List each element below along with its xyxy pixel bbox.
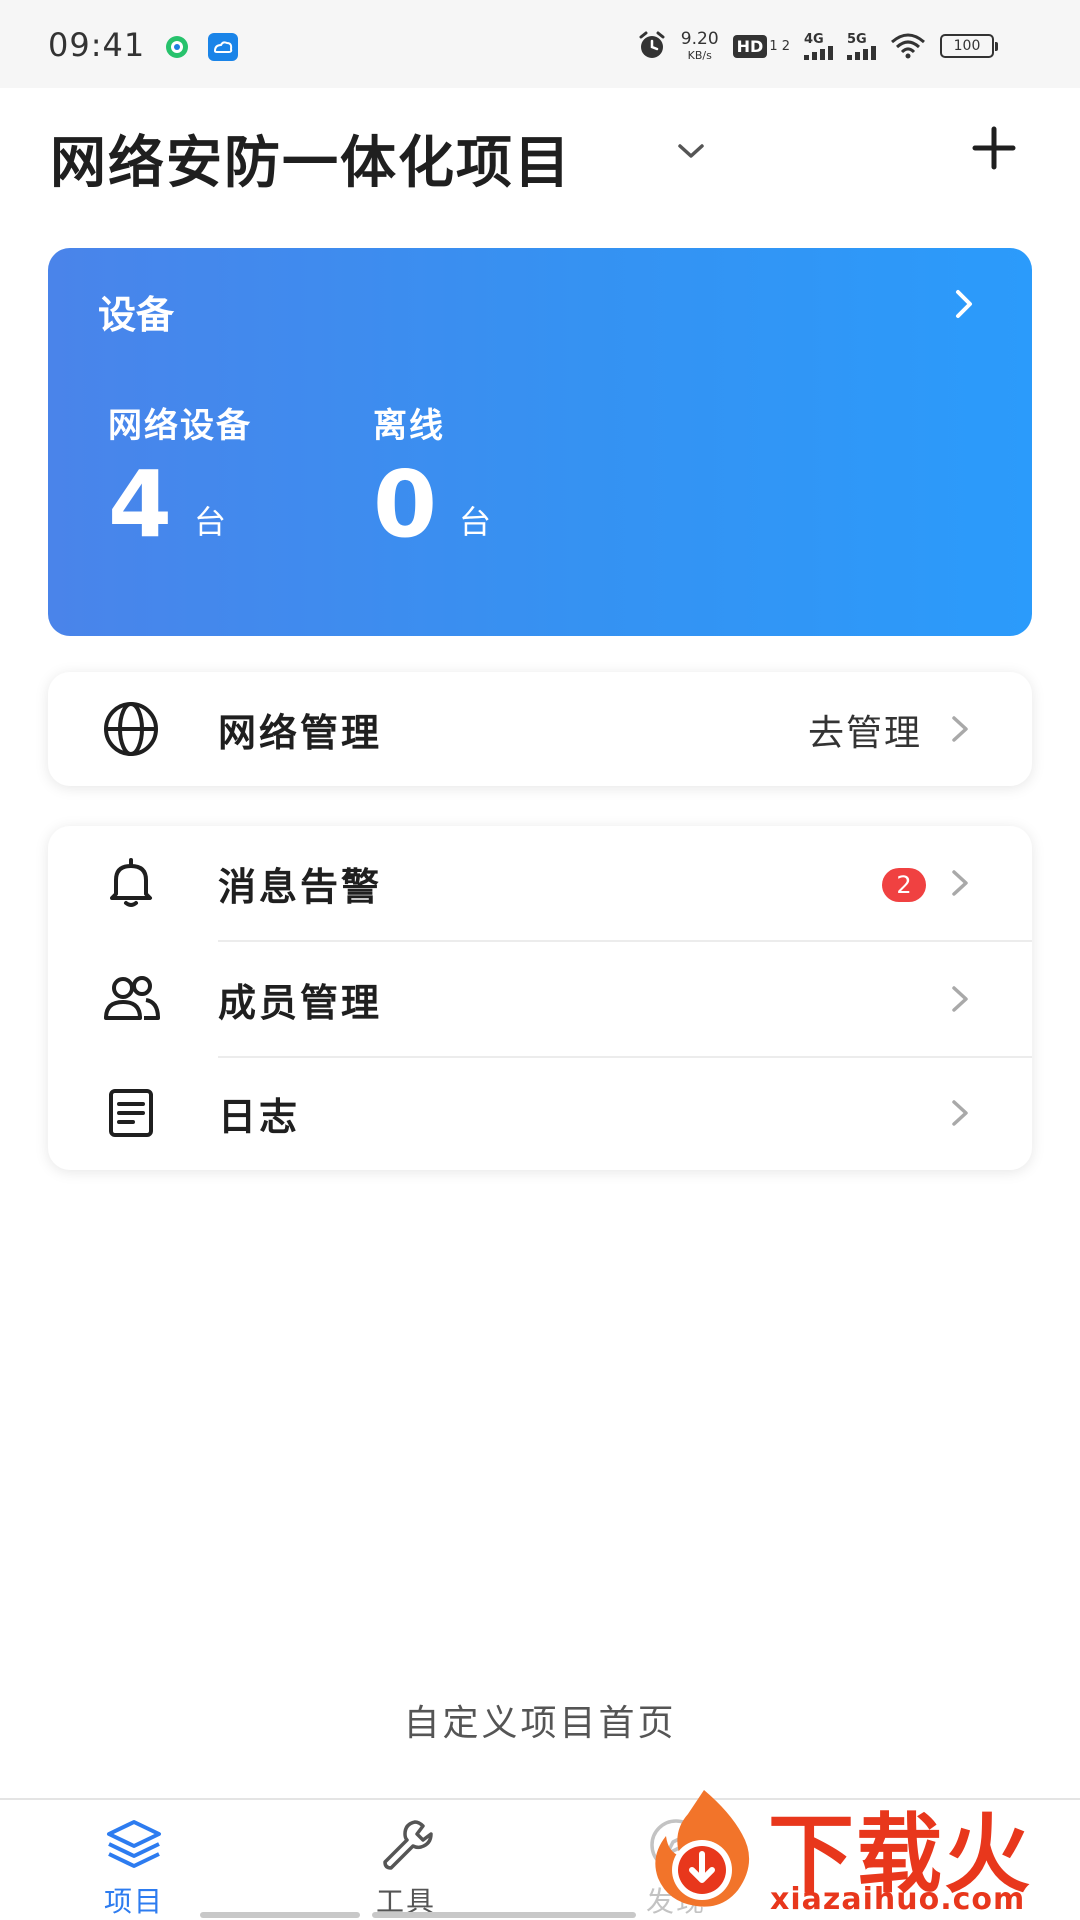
stat-unit: 台 xyxy=(459,503,492,541)
alerts-label: 消息告警 xyxy=(218,865,383,909)
sim1-type: 4G xyxy=(804,31,824,47)
chevron-right-icon[interactable] xyxy=(944,284,984,324)
add-button[interactable] xyxy=(964,118,1024,178)
hd-voice-badge: HD xyxy=(732,34,768,58)
alarm-icon xyxy=(639,31,665,58)
nav-indicator xyxy=(200,1912,360,1918)
tab-project[interactable]: 项目 xyxy=(64,1814,204,1920)
wrench-icon xyxy=(383,1820,433,1870)
network-management-label: 网络管理 xyxy=(218,711,383,755)
chevron-right-icon xyxy=(952,1100,968,1126)
tab-label: 项目 xyxy=(103,1885,164,1918)
battery-level: 100 xyxy=(953,38,981,54)
status-indicators: 9.20 KB/s HD 1 2 4G 5G 100 xyxy=(637,26,998,66)
watermark-overlay: 下载火 xiazaihuo.com xyxy=(638,1778,1080,1920)
app-notification-icon xyxy=(166,36,188,58)
document-icon xyxy=(109,1089,153,1137)
fire-logo-icon xyxy=(655,1790,750,1907)
signal-bars-icon xyxy=(847,45,876,60)
network-speed-unit: KB/s xyxy=(687,49,712,62)
sim2-type: 5G xyxy=(847,31,867,47)
bell-icon xyxy=(110,858,152,907)
go-manage-link[interactable]: 去管理 xyxy=(808,704,922,756)
project-title[interactable]: 网络安防一体化项目 xyxy=(50,118,572,199)
chevron-down-icon[interactable] xyxy=(674,134,708,168)
status-time: 09:41 xyxy=(48,26,146,64)
stat-value: 4 xyxy=(108,451,173,558)
layers-icon xyxy=(107,1820,161,1868)
network-management-card: 网络管理 去管理 xyxy=(48,672,1032,786)
wifi-icon xyxy=(891,33,925,59)
members-label: 成员管理 xyxy=(218,981,383,1025)
stat-unit: 台 xyxy=(194,503,227,541)
stat-value: 0 xyxy=(373,451,438,558)
watermark-url: xiazaihuo.com xyxy=(770,1882,1026,1917)
device-summary-card[interactable]: 设备 网络设备 4 台 离线 0 台 xyxy=(48,248,1032,636)
list-item-members[interactable]: 成员管理 xyxy=(48,942,1032,1056)
stat-value-row: 0 台 xyxy=(373,459,491,551)
unread-count-badge: 2 xyxy=(882,868,926,902)
plus-icon xyxy=(972,126,1016,170)
device-card-title: 设备 xyxy=(98,293,175,337)
chevron-right-icon xyxy=(952,986,968,1012)
network-speed-value: 9.20 xyxy=(680,29,719,49)
feature-list-card: 消息告警 2 成员管理 日志 xyxy=(48,826,1032,1170)
customize-homepage-link[interactable]: 自定义项目首页 xyxy=(0,1694,1080,1746)
globe-icon xyxy=(104,702,158,756)
stat-value-row: 4 台 xyxy=(108,459,252,551)
nav-indicator xyxy=(372,1912,636,1918)
battery-icon: 100 xyxy=(940,34,998,58)
status-bar: 09:41 9.20 KB/s HD 1 2 4G 5G 100 xyxy=(0,0,1080,88)
hd-sim-numbers: 1 2 xyxy=(769,38,790,54)
users-icon xyxy=(104,976,160,1020)
tab-tools[interactable]: 工具 xyxy=(336,1814,476,1920)
network-management-row[interactable]: 网络管理 去管理 xyxy=(48,672,1032,786)
list-item-alerts[interactable]: 消息告警 2 xyxy=(48,826,1032,940)
stat-label: 网络设备 xyxy=(108,406,252,446)
cloud-app-icon xyxy=(208,33,238,61)
sim2-signal: 5G xyxy=(847,33,876,60)
signal-bars-icon xyxy=(804,45,833,60)
stat-label: 离线 xyxy=(373,406,445,446)
stat-network-devices[interactable]: 网络设备 4 台 xyxy=(108,398,252,551)
list-item-logs[interactable]: 日志 xyxy=(48,1056,1032,1170)
screen: 09:41 9.20 KB/s HD 1 2 4G 5G 100 网络安防一体化… xyxy=(0,0,1080,1920)
stat-offline-devices[interactable]: 离线 0 台 xyxy=(373,398,491,551)
header: 网络安防一体化项目 xyxy=(0,88,1080,218)
network-speed: 9.20 KB/s xyxy=(680,29,719,62)
chevron-right-icon xyxy=(952,870,968,896)
logs-label: 日志 xyxy=(218,1095,301,1139)
sim1-signal: 4G xyxy=(804,33,833,60)
chevron-right-icon xyxy=(952,716,968,742)
